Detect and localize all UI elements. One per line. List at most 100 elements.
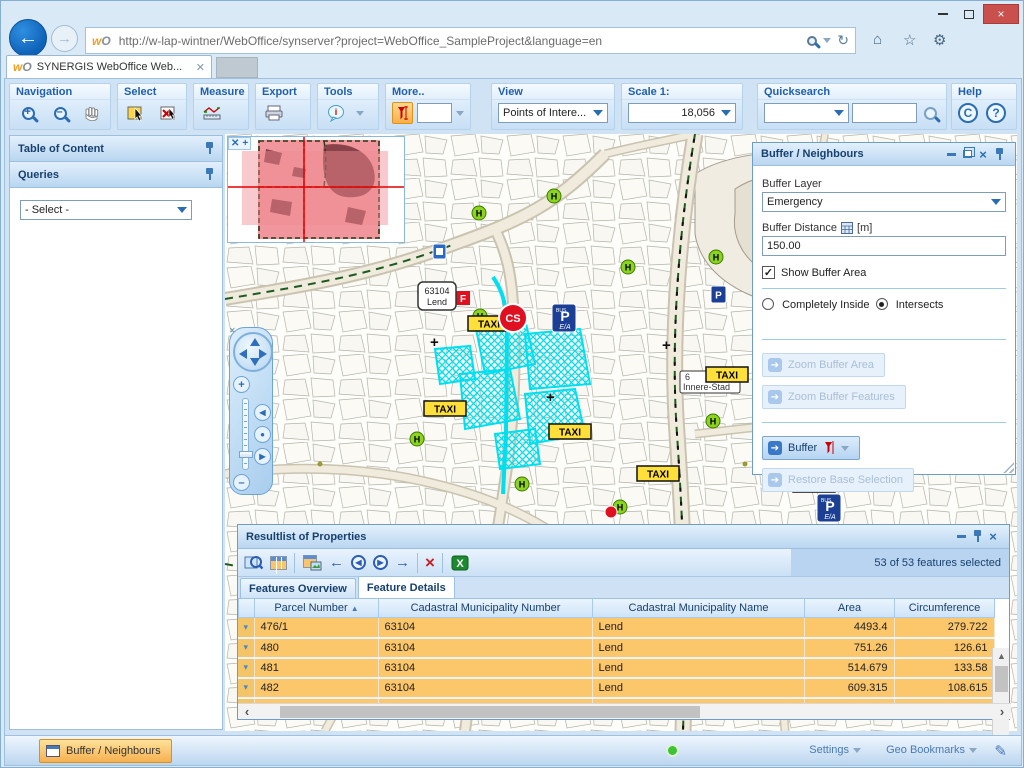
panel-minimize-icon[interactable] bbox=[943, 153, 959, 156]
zoom-slider[interactable] bbox=[242, 398, 249, 470]
identify-results-icon[interactable] bbox=[243, 554, 263, 572]
view-dropdown-icon[interactable] bbox=[593, 110, 603, 116]
help-button[interactable]: ? bbox=[986, 103, 1006, 123]
intersects-radio[interactable] bbox=[876, 298, 888, 310]
buffer-layer-select[interactable]: Emergency bbox=[762, 192, 1006, 212]
completely-inside-radio[interactable] bbox=[762, 298, 774, 310]
quicksearch-go-icon[interactable] bbox=[920, 102, 940, 124]
clear-selection-icon[interactable] bbox=[156, 102, 180, 124]
row-menu-icon[interactable]: ▾ bbox=[238, 618, 254, 638]
pan-north-icon[interactable] bbox=[250, 338, 260, 346]
more-tool-combobox[interactable] bbox=[417, 103, 452, 123]
previous-extent-button[interactable]: ◀ bbox=[254, 404, 271, 421]
overview-map[interactable]: ✕+ bbox=[227, 136, 405, 243]
panel-restore-icon[interactable] bbox=[959, 150, 975, 158]
table-image-view-icon[interactable] bbox=[302, 554, 322, 572]
window-maximize-button[interactable] bbox=[957, 4, 981, 24]
scroll-up-icon[interactable]: ▲ bbox=[993, 648, 1010, 664]
zoom-in-icon[interactable]: + bbox=[16, 102, 40, 124]
queries-dropdown-icon[interactable] bbox=[177, 207, 187, 213]
buffer-button[interactable]: ➔Buffer bbox=[762, 436, 860, 460]
calculator-icon[interactable] bbox=[841, 222, 853, 234]
window-minimize-button[interactable] bbox=[931, 4, 955, 24]
quicksearch-dropdown-icon[interactable] bbox=[834, 110, 844, 116]
zoom-out-slider-button[interactable]: – bbox=[233, 474, 250, 491]
queries-select[interactable]: - Select - bbox=[20, 200, 192, 220]
settings-menu[interactable]: Settings bbox=[809, 744, 861, 756]
row-menu-icon[interactable]: ▾ bbox=[238, 638, 254, 658]
resultlist-minimize-icon[interactable] bbox=[953, 535, 969, 538]
measure-icon[interactable] bbox=[200, 102, 224, 124]
window-close-button[interactable]: × bbox=[983, 4, 1019, 24]
col-circumference[interactable]: Circumference bbox=[895, 599, 995, 617]
zoom-buffer-area-button[interactable]: ➔Zoom Buffer Area bbox=[762, 353, 885, 377]
pan-hand-icon[interactable] bbox=[80, 102, 104, 124]
view-select[interactable]: Points of Intere... bbox=[498, 103, 608, 123]
table-view-icon[interactable] bbox=[270, 556, 287, 570]
browser-forward-button[interactable]: → bbox=[51, 25, 78, 52]
queries-pin-icon[interactable] bbox=[205, 168, 214, 181]
sidebar-item-table-of-content[interactable]: Table of Content bbox=[10, 136, 222, 162]
tab-features-overview[interactable]: Features Overview bbox=[240, 578, 356, 598]
table-row[interactable]: ▾ 48263104Lend 609.315108.615 bbox=[238, 678, 994, 698]
horizontal-scrollbar[interactable]: ‹ › bbox=[238, 703, 1011, 719]
vertical-scroll-thumb[interactable] bbox=[995, 666, 1008, 692]
more-dropdown-icon[interactable] bbox=[456, 111, 464, 116]
quicksearch-select[interactable] bbox=[764, 103, 849, 123]
address-search-icon[interactable] bbox=[807, 36, 817, 46]
panel-close-icon[interactable]: × bbox=[975, 147, 991, 162]
info-tool-icon[interactable]: i bbox=[324, 102, 348, 124]
settings-gear-icon[interactable]: ⚙ bbox=[933, 31, 946, 49]
zoom-slider-handle[interactable] bbox=[239, 451, 253, 458]
search-dropdown-icon[interactable] bbox=[823, 38, 831, 43]
tab-close-icon[interactable]: ✕ bbox=[196, 61, 205, 74]
zoom-in-slider-button[interactable]: + bbox=[233, 376, 250, 393]
buffer-tool-icon[interactable] bbox=[392, 102, 413, 124]
print-icon[interactable] bbox=[262, 102, 286, 124]
scroll-left-icon[interactable]: ‹ bbox=[238, 704, 256, 719]
table-row[interactable]: ▾ 476/163104Lend 4493.4279.722 bbox=[238, 618, 994, 638]
restore-base-selection-button[interactable]: ➔Restore Base Selection bbox=[762, 468, 914, 492]
zoom-out-icon[interactable]: – bbox=[48, 102, 72, 124]
url-text[interactable]: http://w-lap-wintner/WebOffice/synserver… bbox=[119, 34, 808, 48]
navigator-close-icon[interactable]: ✕ bbox=[229, 326, 236, 335]
browser-back-button[interactable]: ← bbox=[9, 19, 47, 57]
remove-results-icon[interactable]: × bbox=[425, 553, 435, 573]
pan-east-icon[interactable] bbox=[259, 349, 267, 359]
zoom-buffer-features-button[interactable]: ➔Zoom Buffer Features bbox=[762, 385, 906, 409]
first-feature-icon[interactable]: ← bbox=[329, 554, 344, 571]
home-icon[interactable]: ⌂ bbox=[873, 31, 882, 48]
new-tab-button[interactable] bbox=[216, 57, 258, 78]
horizontal-scroll-thumb[interactable] bbox=[280, 706, 700, 718]
show-buffer-checkbox[interactable]: ✓ bbox=[762, 266, 775, 279]
resultlist-pin-icon[interactable] bbox=[969, 530, 985, 543]
table-row[interactable]: ▾ 48163104Lend 514.679133.58 bbox=[238, 658, 994, 678]
results-rows-viewport[interactable]: ▾ 476/163104Lend 4493.4279.722 ▾ 4806310… bbox=[238, 618, 1009, 706]
col-area[interactable]: Area bbox=[805, 599, 895, 617]
refresh-icon[interactable]: ↻ bbox=[837, 32, 849, 49]
col-cadastral-name[interactable]: Cadastral Municipality Name bbox=[593, 599, 805, 617]
context-help-button[interactable]: C bbox=[958, 103, 978, 123]
browser-tab[interactable]: wO SYNERGIS WebOffice Web... ✕ bbox=[6, 55, 212, 78]
zoom-previous-feature-icon[interactable]: ◀ bbox=[351, 555, 366, 570]
pan-west-icon[interactable] bbox=[239, 349, 247, 359]
toc-pin-icon[interactable] bbox=[205, 142, 214, 155]
pan-pad[interactable] bbox=[233, 332, 273, 372]
scale-input[interactable]: 18,056 bbox=[628, 103, 736, 123]
col-cadastral-number[interactable]: Cadastral Municipality Number bbox=[379, 599, 593, 617]
excel-export-icon[interactable]: X bbox=[450, 554, 470, 572]
next-extent-button[interactable]: ▶ bbox=[254, 448, 271, 465]
quicksearch-input[interactable] bbox=[852, 103, 917, 123]
select-features-icon[interactable] bbox=[124, 102, 148, 124]
show-buffer-row[interactable]: ✓ Show Buffer Area bbox=[762, 266, 1006, 279]
geo-bookmarks-menu[interactable]: Geo Bookmarks bbox=[886, 744, 977, 756]
buffer-dropdown-icon[interactable] bbox=[841, 446, 849, 451]
row-menu-icon[interactable]: ▾ bbox=[238, 678, 254, 698]
taskbar-buffer-neighbours-button[interactable]: Buffer / Neighbours bbox=[39, 739, 172, 763]
overview-close-icon[interactable]: ✕ bbox=[231, 138, 239, 149]
tools-dropdown-icon[interactable] bbox=[356, 111, 364, 116]
row-menu-icon[interactable]: ▾ bbox=[238, 658, 254, 678]
col-parcel-number[interactable]: Parcel Number ▲ bbox=[255, 599, 379, 617]
address-bar[interactable]: wO http://w-lap-wintner/WebOffice/synser… bbox=[85, 27, 856, 54]
favorites-star-icon[interactable]: ☆ bbox=[903, 31, 916, 49]
